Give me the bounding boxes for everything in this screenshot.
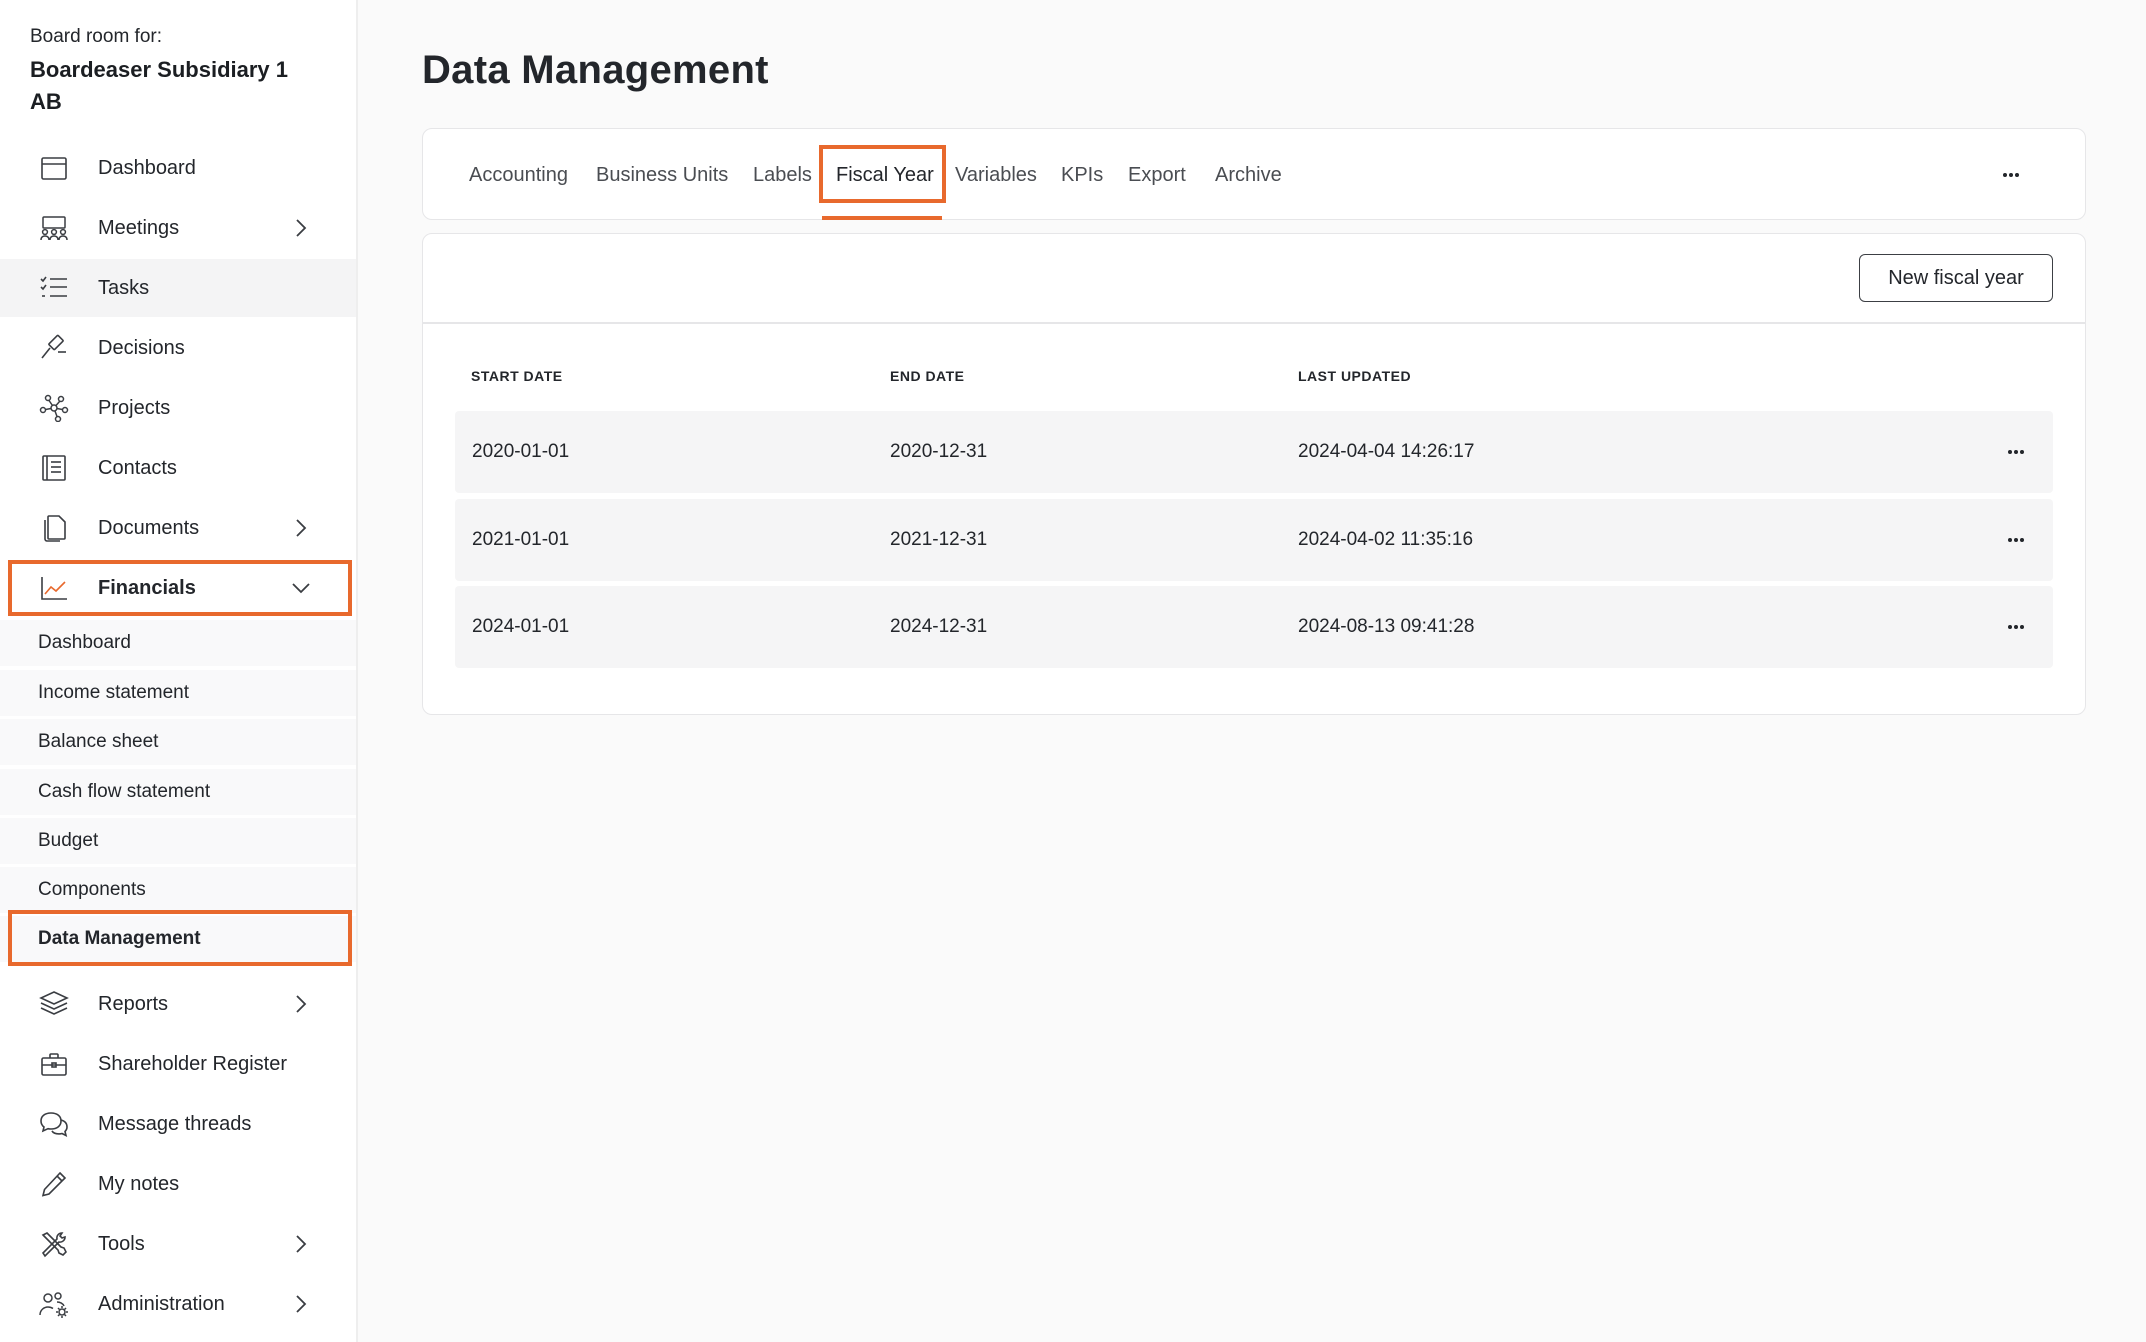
sidebar-item-label: Shareholder Register (98, 1052, 287, 1075)
financials-sub-income-statement[interactable]: Income statement (0, 670, 356, 716)
chevron-right-icon (290, 993, 312, 1015)
table-row[interactable]: 2020-01-01 2020-12-31 2024-04-04 14:26:1… (455, 411, 2053, 493)
end-date-cell: 2024-12-31 (890, 616, 988, 637)
column-header-end-date: END DATE (890, 368, 965, 384)
sidebar-item-label: Projects (98, 396, 171, 419)
more-icon[interactable] (2001, 612, 2031, 642)
chevron-right-icon (290, 1233, 312, 1255)
board-room-label: Board room for: (30, 26, 162, 47)
sub-item-label: Income statement (38, 682, 190, 703)
layers-icon (38, 990, 70, 1018)
tab-accounting[interactable]: Accounting (469, 129, 568, 221)
sidebar-item-dashboard[interactable]: Dashboard (0, 139, 356, 197)
sidebar-item-label: Meetings (98, 216, 180, 239)
fiscal-year-card: New fiscal year START DATE END DATE LAST… (422, 233, 2086, 715)
financials-sub-balance-sheet[interactable]: Balance sheet (0, 719, 356, 765)
financials-sub-data-management[interactable]: Data Management (0, 916, 356, 962)
tab-labels[interactable]: Labels (753, 129, 812, 221)
column-header-last-updated: LAST UPDATED (1298, 368, 1412, 384)
meetings-icon (38, 214, 70, 242)
sidebar-item-meetings[interactable]: Meetings (0, 199, 356, 257)
sub-item-label: Dashboard (38, 632, 131, 653)
tools-icon (38, 1230, 70, 1258)
users-gear-icon (38, 1290, 70, 1318)
tab-archive[interactable]: Archive (1215, 129, 1282, 221)
sidebar-item-my-notes[interactable]: My notes (0, 1155, 356, 1213)
financials-sub-components[interactable]: Components (0, 867, 356, 913)
sidebar-item-label: Dashboard (98, 156, 196, 179)
last-updated-cell: 2024-04-04 14:26:17 (1298, 441, 1475, 462)
column-header-start-date: START DATE (471, 368, 563, 384)
sidebar-item-label: Administration (98, 1292, 225, 1315)
tab-export[interactable]: Export (1128, 129, 1186, 221)
tasks-icon (38, 274, 70, 302)
divider (423, 322, 2085, 324)
sidebar-item-reports[interactable]: Reports (0, 975, 356, 1033)
start-date-cell: 2021-01-01 (472, 529, 570, 550)
sub-item-label: Components (38, 879, 146, 900)
chevron-down-icon (290, 577, 312, 599)
financials-sub-budget[interactable]: Budget (0, 818, 356, 864)
sidebar-item-message-threads[interactable]: Message threads (0, 1095, 356, 1153)
end-date-cell: 2020-12-31 (890, 441, 988, 462)
chevron-right-icon (290, 217, 312, 239)
active-tab-indicator (822, 216, 942, 220)
sidebar-item-label: Reports (98, 992, 169, 1015)
new-fiscal-year-button[interactable]: New fiscal year (1859, 254, 2053, 302)
sidebar-item-label: Financials (98, 576, 196, 599)
board-name: Boardeaser Subsidiary 1 AB (30, 57, 289, 114)
more-icon[interactable] (1996, 160, 2026, 190)
sidebar: Board room for: Boardeaser Subsidiary 1 … (0, 0, 358, 1342)
network-icon (38, 394, 70, 422)
financials-sub-dashboard[interactable]: Dashboard (0, 620, 356, 666)
sidebar-item-label: Contacts (98, 456, 177, 479)
sub-item-label: Data Management (38, 928, 201, 949)
financials-sub-cash-flow[interactable]: Cash flow statement (0, 769, 356, 815)
sidebar-item-label: Documents (98, 516, 200, 539)
chat-icon (38, 1110, 70, 1138)
table-row[interactable]: 2021-01-01 2021-12-31 2024-04-02 11:35:1… (455, 499, 2053, 581)
sidebar-item-documents[interactable]: Documents (0, 499, 356, 557)
briefcase-icon (38, 1050, 70, 1078)
sidebar-item-contacts[interactable]: Contacts (0, 439, 356, 497)
sidebar-item-tools[interactable]: Tools (0, 1215, 356, 1273)
pencil-icon (38, 1170, 70, 1198)
sub-item-label: Cash flow statement (38, 781, 211, 802)
documents-icon (38, 514, 70, 542)
table-row[interactable]: 2024-01-01 2024-12-31 2024-08-13 09:41:2… (455, 586, 2053, 668)
start-date-cell: 2020-01-01 (472, 441, 570, 462)
last-updated-cell: 2024-08-13 09:41:28 (1298, 616, 1475, 637)
sidebar-item-label: Message threads (98, 1112, 252, 1135)
sidebar-item-decisions[interactable]: Decisions (0, 319, 356, 377)
more-icon[interactable] (2001, 437, 2031, 467)
sidebar-item-financials[interactable]: Financials (0, 559, 356, 617)
tab-kpis[interactable]: KPIs (1061, 129, 1103, 221)
sub-item-label: Budget (38, 830, 99, 851)
chevron-right-icon (290, 517, 312, 539)
calendar-icon (38, 154, 70, 182)
last-updated-cell: 2024-04-02 11:35:16 (1298, 529, 1474, 550)
sidebar-item-label: Tools (98, 1232, 145, 1255)
gavel-icon (38, 334, 70, 362)
sidebar-item-administration[interactable]: Administration (0, 1275, 356, 1333)
page-title: Data Management (422, 48, 769, 92)
sidebar-item-label: Tasks (98, 276, 150, 299)
chart-icon (38, 574, 70, 602)
sidebar-item-tasks[interactable]: Tasks (0, 259, 356, 317)
sidebar-item-shareholder-register[interactable]: Shareholder Register (0, 1035, 356, 1093)
tabs-bar: Accounting Business Units Labels Fiscal … (422, 128, 2086, 220)
more-icon[interactable] (2001, 525, 2031, 555)
sidebar-item-label: Decisions (98, 336, 185, 359)
start-date-cell: 2024-01-01 (472, 616, 570, 637)
sub-item-label: Balance sheet (38, 731, 159, 752)
tab-business-units[interactable]: Business Units (596, 129, 728, 221)
sidebar-item-label: My notes (98, 1172, 180, 1195)
tab-fiscal-year[interactable]: Fiscal Year (836, 129, 934, 221)
sidebar-item-projects[interactable]: Projects (0, 379, 356, 437)
tab-variables[interactable]: Variables (955, 129, 1037, 221)
end-date-cell: 2021-12-31 (890, 529, 988, 550)
contacts-icon (38, 454, 70, 482)
chevron-right-icon (290, 1293, 312, 1315)
